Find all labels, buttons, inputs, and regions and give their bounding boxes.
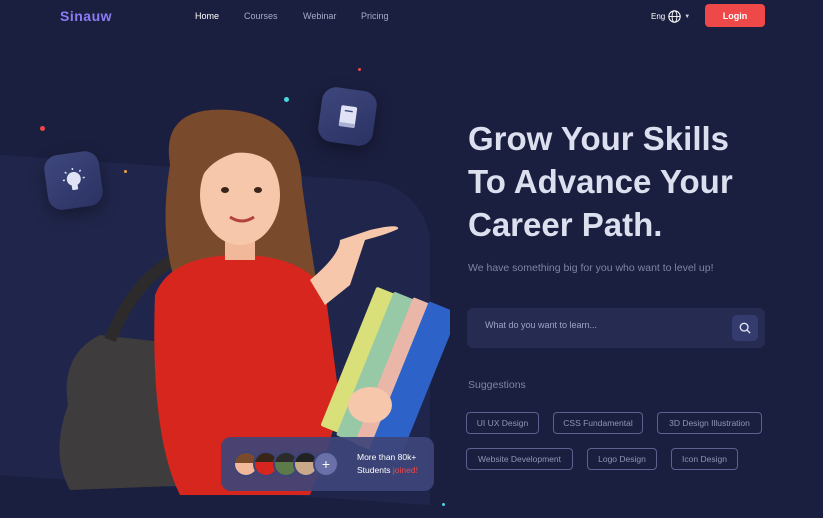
hero-headline: Grow Your Skills To Advance Your Career …	[468, 117, 808, 246]
headline-line-2: To Advance Your	[468, 163, 733, 200]
stat-line-2: Students joined!	[357, 464, 418, 477]
decor-dot	[284, 97, 289, 102]
nav-home-link[interactable]: Home	[195, 11, 219, 21]
suggestion-chip[interactable]: 3D Design Illustration	[657, 412, 762, 434]
stat-highlight: joined!	[392, 465, 418, 475]
suggestions-title: Suggestions	[468, 379, 526, 391]
top-navbar: Sinauw Home Courses Webinar Pricing Eng …	[0, 0, 823, 34]
brand-logo[interactable]: Sinauw	[60, 8, 112, 24]
search-icon	[739, 322, 751, 334]
search-input[interactable]	[485, 320, 715, 330]
suggestion-chip[interactable]: CSS Fundamental	[553, 412, 643, 434]
language-selector[interactable]: Eng ▼	[651, 10, 690, 23]
decor-dot	[358, 68, 361, 71]
suggestion-chip[interactable]: Website Development	[466, 448, 573, 470]
stat-line-2-prefix: Students	[357, 465, 393, 475]
headline-line-1: Grow Your Skills	[468, 120, 730, 157]
students-joined-text: More than 80k+ Students joined!	[357, 451, 418, 477]
headline-line-3: Career Path.	[468, 206, 663, 243]
decor-dot	[442, 503, 445, 506]
search-bar	[467, 308, 765, 348]
suggestion-chip[interactable]: Icon Design	[671, 448, 738, 470]
nav-pricing-link[interactable]: Pricing	[361, 11, 389, 21]
search-button[interactable]	[732, 315, 758, 341]
suggestion-chip[interactable]: UI UX Design	[466, 412, 539, 434]
chevron-down-icon: ▼	[684, 13, 691, 20]
globe-icon	[668, 10, 681, 23]
nav-courses-link[interactable]: Courses	[244, 11, 278, 21]
stat-line-1: More than 80k+	[357, 452, 417, 462]
language-label: Eng	[651, 12, 666, 21]
students-joined-card: + More than 80k+ Students joined!	[221, 437, 434, 491]
nav-webinar-link[interactable]: Webinar	[303, 11, 336, 21]
plus-icon[interactable]: +	[313, 451, 339, 477]
suggestion-chip[interactable]: Logo Design	[587, 448, 657, 470]
login-button[interactable]: Login	[705, 4, 765, 27]
hero-subtitle: We have something big for you who want t…	[468, 262, 714, 274]
